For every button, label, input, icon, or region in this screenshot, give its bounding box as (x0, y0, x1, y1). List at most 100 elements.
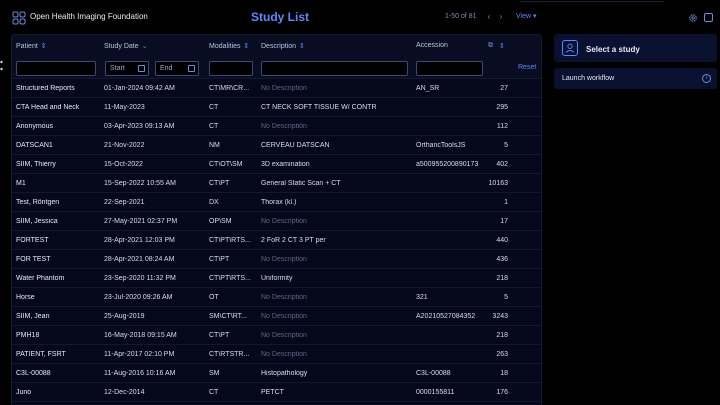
description-cell: CT NECK SOFT TISSUE W/ CONTR (261, 104, 377, 111)
description-cell: No Description (261, 332, 307, 339)
table-row[interactable]: PATIENT, FSRT 11-Apr-2017 02:10 PM CT\RTST… (12, 345, 541, 364)
column-header-study-date[interactable]: Study Date ⌄ (104, 42, 148, 50)
brand-name: Open Health Imaging Foundation (30, 12, 148, 21)
modalities-cell: CT\OT\SM (209, 161, 243, 168)
view-dropdown[interactable]: View ▾ (516, 12, 537, 20)
instances-cell: 112 (496, 123, 508, 130)
table-row[interactable]: SIIM, Jessica 27-May-2021 02:37 PM OP\SM No… (12, 212, 541, 231)
modalities-cell: CT\PT (209, 180, 230, 187)
accession-filter-input[interactable] (416, 61, 483, 76)
patient-cell: M1 (16, 180, 26, 187)
patient-cell: CTA Head and Neck (16, 104, 80, 111)
copy-icon[interactable]: ⧉ (488, 42, 493, 50)
table-row[interactable]: SIIM, Jean 25-Aug-2019 SM\CT\RT... No Descr… (12, 307, 541, 326)
panel-toggle-icon[interactable] (704, 13, 713, 22)
table-row[interactable]: Water Phantom 23-Sep-2020 11:32 PM CT\PT\R… (12, 269, 541, 288)
ohif-logo-icon[interactable] (12, 11, 26, 25)
instances-cell: 10163 (488, 180, 508, 187)
patient-cell: Structured Reports (16, 85, 75, 92)
modalities-cell: NM (209, 142, 220, 149)
table-row[interactable]: DATSCAN1 21-Nov-2022 NM CERVEAU DATSCAN Orth… (12, 136, 541, 155)
patient-filter-input[interactable] (16, 61, 96, 76)
calendar-icon (138, 65, 145, 72)
modalities-cell: CT (209, 104, 219, 111)
table-row[interactable]: Test, Röntgen 22-Sep-2021 DX Thorax (kl.) 1 (12, 193, 541, 212)
description-cell: 2 FoR 2 CT 3 PT per (261, 237, 326, 244)
column-header-description[interactable]: Description ⇕ (261, 42, 305, 50)
select-study-panel: Select a study (554, 34, 717, 62)
table-row[interactable]: Horse 23-Jul-2020 09:26 AM OT No Descriptio… (12, 288, 541, 307)
patient-cell: Juno (16, 389, 32, 396)
patient-cell: FORTEST (16, 237, 49, 244)
modalities-cell: CT\RTSTR... (209, 351, 250, 358)
info-icon[interactable]: i (702, 74, 711, 83)
column-header-modalities[interactable]: Modalities ⇕ (209, 42, 249, 50)
modalities-cell: CT\MR\CR... (209, 85, 250, 92)
modalities-cell: OP\SM (209, 218, 232, 225)
sort-icon: ⇕ (40, 43, 47, 50)
instances-cell: 5 (504, 142, 508, 149)
column-header-accession[interactable]: Accession (416, 42, 448, 49)
instances-cell: 218 (496, 275, 508, 282)
study-date-cell: 15-Oct-2022 (104, 161, 143, 168)
instances-cell: 440 (496, 237, 508, 244)
accession-cell: a500955200890173 (416, 161, 479, 168)
sort-icon: ⇕ (299, 43, 305, 50)
description-cell: No Description (261, 256, 307, 263)
pagination-info: 1-50 of 81 (445, 13, 477, 20)
description-cell: Uniformity (261, 275, 293, 282)
study-list-table: Patient ⇕ Study Date ⌄ Modalities ⇕ Descrip… (11, 34, 542, 405)
filter-row: Start End Reset (12, 56, 541, 79)
table-row[interactable]: M1 15-Sep-2022 10:55 AM CT\PT General Stati… (12, 174, 541, 193)
modalities-cell: CT (209, 123, 219, 130)
patient-cell: SIIM, Thierry (16, 161, 56, 168)
table-row[interactable]: PMH18 16-May-2018 09:15 AM CT\PT No Descrip… (12, 326, 541, 345)
patient-cell: SIIM, Jean (16, 313, 50, 320)
table-row[interactable]: FOR TEST 28-Apr-2021 08:24 AM CT\PT No Desc… (12, 250, 541, 269)
chevron-left-icon[interactable]: ‹ (485, 12, 493, 21)
calendar-icon (188, 65, 195, 72)
table-row[interactable]: Structured Reports 01-Jan-2024 09:42 AM CT… (12, 79, 541, 98)
patient-cell: Test, Röntgen (16, 199, 60, 206)
gear-icon[interactable] (688, 13, 698, 23)
description-cell: No Description (261, 85, 307, 92)
launch-workflow-button[interactable]: Launch workflow i (554, 68, 717, 89)
study-date-cell: 03-Apr-2023 09:13 AM (104, 123, 175, 130)
sort-icon[interactable]: ⇕ (499, 42, 505, 50)
start-date-input[interactable]: Start (105, 61, 149, 76)
instances-cell: 27 (500, 85, 508, 92)
study-date-cell: 28-Apr-2021 12:03 PM (104, 237, 175, 244)
patient-cell: Anonymous (16, 123, 53, 130)
table-row[interactable]: Juno 12-Dec-2014 CT PETCT 0000155811 176 (12, 383, 541, 402)
patient-cell: DATSCAN1 (16, 142, 53, 149)
study-date-cell: 11-Aug-2016 10:16 AM (104, 370, 176, 377)
table-row[interactable]: Anonymous 03-Apr-2023 09:13 AM CT No Descri… (12, 117, 541, 136)
select-study-title: Select a study (586, 45, 640, 54)
description-filter-input[interactable] (261, 61, 408, 76)
table-header: Patient ⇕ Study Date ⌄ Modalities ⇕ Descrip… (12, 35, 541, 56)
table-row[interactable]: FORTEST 28-Apr-2021 12:03 PM CT\PT\RTS... 2… (12, 231, 541, 250)
left-edge-handle[interactable] (0, 58, 3, 74)
accession-cell: 321 (416, 294, 428, 301)
page-title: Study List (251, 10, 310, 24)
chevron-right-icon[interactable]: › (497, 12, 505, 21)
instances-cell: 402 (496, 161, 508, 168)
modalities-filter-input[interactable] (209, 61, 253, 76)
study-date-cell: 23-Sep-2020 11:32 PM (104, 275, 176, 282)
instances-cell: 295 (496, 104, 508, 111)
table-row[interactable]: SIIM, Thierry 15-Oct-2022 CT\OT\SM 3D exami… (12, 155, 541, 174)
table-row[interactable]: CTA Head and Neck 11-May-2023 CT CT NECK SO… (12, 98, 541, 117)
reset-button[interactable]: Reset (518, 64, 536, 71)
end-date-placeholder: End (160, 65, 173, 72)
description-cell: General Static Scan + CT (261, 180, 341, 187)
patient-cell: PMH18 (16, 332, 40, 339)
end-date-input[interactable]: End (155, 61, 199, 76)
sort-descending-icon: ⌄ (141, 43, 148, 50)
description-cell: Thorax (kl.) (261, 199, 297, 206)
column-header-patient[interactable]: Patient ⇕ (16, 42, 47, 50)
modalities-cell: CT (209, 389, 219, 396)
description-cell: No Description (261, 123, 307, 130)
table-row[interactable]: C3L-00088 11-Aug-2016 10:16 AM SM Histopath… (12, 364, 541, 383)
modalities-cell: OT (209, 294, 219, 301)
study-date-cell: 11-Apr-2017 02:10 PM (104, 351, 175, 358)
